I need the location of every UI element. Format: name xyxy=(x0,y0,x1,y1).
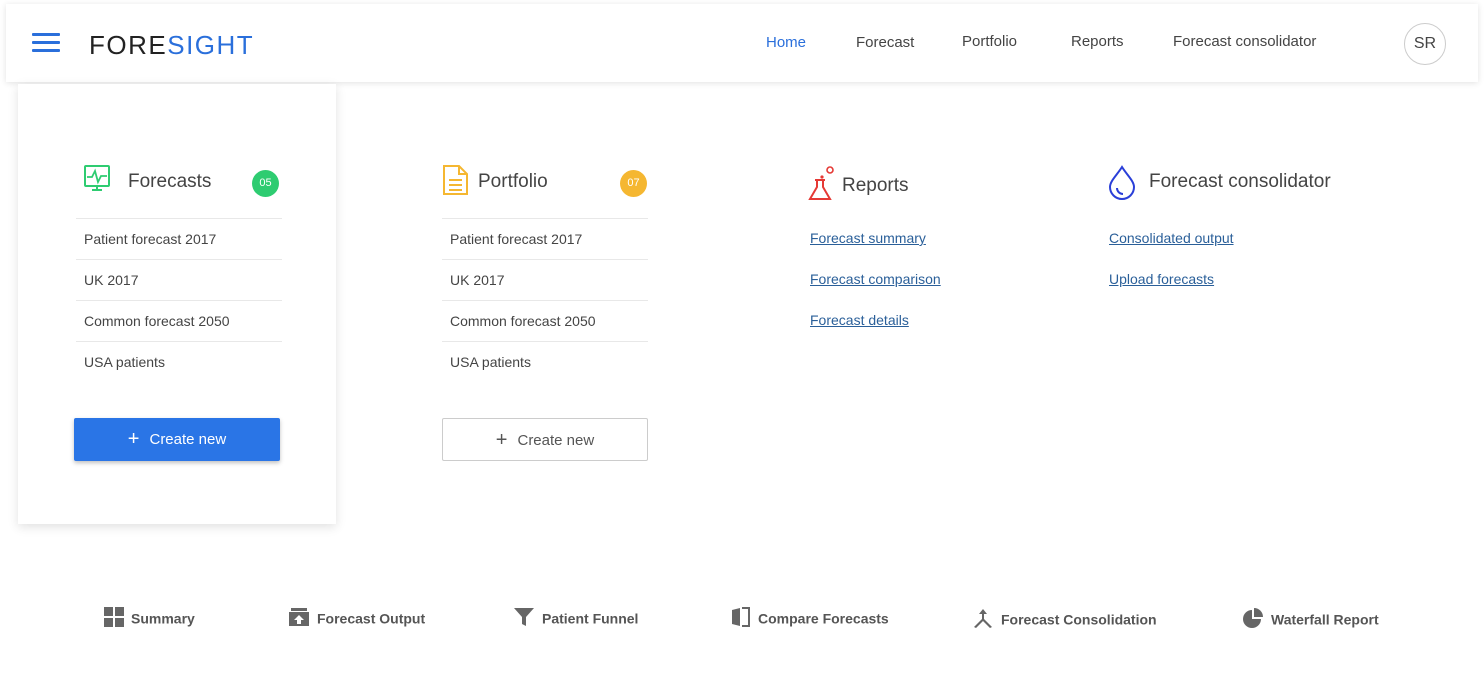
list-item[interactable]: USA patients xyxy=(442,341,648,382)
document-icon xyxy=(442,164,472,201)
toolbar-compare-forecasts[interactable]: Compare Forecasts xyxy=(731,607,889,631)
portfolio-count-badge: 07 xyxy=(620,170,647,197)
list-item[interactable]: Patient forecast 2017 xyxy=(442,218,648,259)
create-forecast-label: Create new xyxy=(149,431,227,448)
create-portfolio-label: Create new xyxy=(517,432,595,449)
list-item[interactable]: Common forecast 2050 xyxy=(76,300,282,341)
consolidator-title: Forecast consolidator xyxy=(1149,171,1331,192)
nav-forecast-consolidator[interactable]: Forecast consolidator xyxy=(1173,33,1316,50)
pie-chart-icon xyxy=(1242,607,1264,632)
toolbar-forecast-output[interactable]: Forecast Output xyxy=(288,607,425,631)
logo-text-sight: SIGHT xyxy=(167,30,255,60)
list-item[interactable]: UK 2017 xyxy=(76,259,282,300)
grid-icon xyxy=(104,607,124,630)
report-link-summary[interactable]: Forecast summary xyxy=(810,230,941,249)
portfolio-section: Portfolio 07 Patient forecast 2017 UK 20… xyxy=(442,160,648,461)
report-link-details[interactable]: Forecast details xyxy=(810,312,941,331)
funnel-icon xyxy=(513,607,535,630)
plus-icon: + xyxy=(495,429,508,451)
top-header: FORESIGHT Home Forecast Portfolio Report… xyxy=(6,4,1478,82)
toolbar-waterfall-report-label: Waterfall Report xyxy=(1271,611,1379,628)
list-item[interactable]: USA patients xyxy=(76,341,282,382)
portfolio-title: Portfolio xyxy=(478,171,548,192)
portfolio-list: Patient forecast 2017 UK 2017 Common for… xyxy=(442,218,648,382)
forecasts-title: Forecasts xyxy=(128,171,212,192)
forecasts-list: Patient forecast 2017 UK 2017 Common for… xyxy=(76,218,282,382)
nav-forecast[interactable]: Forecast xyxy=(856,34,914,51)
drop-icon xyxy=(1107,164,1137,205)
upload-forecasts-link[interactable]: Upload forecasts xyxy=(1109,271,1234,290)
consolidated-output-link[interactable]: Consolidated output xyxy=(1109,230,1234,249)
merge-icon xyxy=(972,607,994,632)
forecasts-section: Forecasts 05 Patient forecast 2017 UK 20… xyxy=(74,160,282,461)
menu-icon[interactable] xyxy=(32,33,60,55)
nav-portfolio[interactable]: Portfolio xyxy=(962,33,1017,50)
toolbar-patient-funnel-label: Patient Funnel xyxy=(542,610,639,627)
reports-section: Reports Forecast summary Forecast compar… xyxy=(808,160,1008,328)
toolbar-forecast-consolidation[interactable]: Forecast Consolidation xyxy=(972,607,1157,631)
flask-icon xyxy=(808,164,838,207)
report-link-comparison[interactable]: Forecast comparison xyxy=(810,271,941,290)
app-logo[interactable]: FORESIGHT xyxy=(89,30,254,61)
list-item[interactable]: Patient forecast 2017 xyxy=(76,218,282,259)
toolbar-waterfall-report[interactable]: Waterfall Report xyxy=(1242,607,1379,631)
export-box-icon xyxy=(288,607,310,630)
toolbar-compare-forecasts-label: Compare Forecasts xyxy=(758,610,889,627)
toolbar-patient-funnel[interactable]: Patient Funnel xyxy=(513,607,638,631)
list-item[interactable]: UK 2017 xyxy=(442,259,648,300)
plus-icon: + xyxy=(127,428,140,450)
monitor-pulse-icon xyxy=(76,164,110,199)
toolbar-summary-label: Summary xyxy=(131,610,195,627)
nav-home[interactable]: Home xyxy=(766,34,806,51)
toolbar-forecast-consolidation-label: Forecast Consolidation xyxy=(1001,611,1157,628)
toolbar-forecast-output-label: Forecast Output xyxy=(317,610,426,627)
forecasts-count-badge: 05 xyxy=(252,170,279,197)
compare-icon xyxy=(731,607,751,630)
logo-text-fore: FORE xyxy=(89,30,168,60)
reports-title: Reports xyxy=(842,175,909,196)
consolidator-section: Forecast consolidator Consolidated outpu… xyxy=(1107,160,1367,287)
list-item[interactable]: Common forecast 2050 xyxy=(442,300,648,341)
create-portfolio-button[interactable]: + Create new xyxy=(442,418,648,461)
nav-reports[interactable]: Reports xyxy=(1071,33,1124,50)
create-forecast-button[interactable]: + Create new xyxy=(74,418,280,461)
toolbar-summary[interactable]: Summary xyxy=(104,607,195,631)
user-avatar[interactable]: SR xyxy=(1404,23,1446,65)
